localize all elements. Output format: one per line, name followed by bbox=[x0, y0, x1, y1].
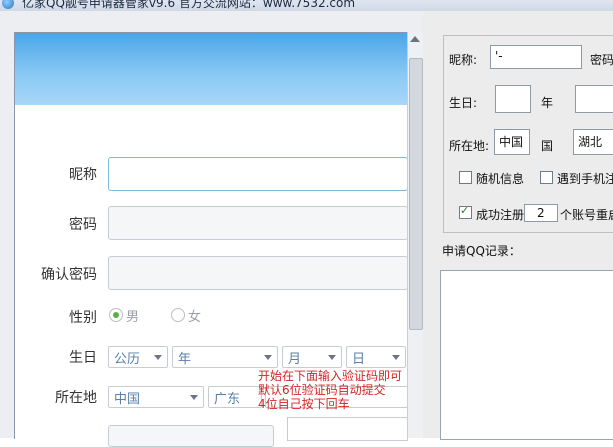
chevron-down-icon bbox=[264, 355, 272, 360]
settings-nickname-label: 昵称: bbox=[449, 53, 478, 67]
phone-verify-checkbox[interactable] bbox=[540, 171, 553, 184]
success-count-input[interactable]: 2 bbox=[524, 204, 558, 222]
settings-country-label: 国 bbox=[541, 139, 554, 153]
settings-password-label: 密码 bbox=[590, 53, 613, 67]
province-select[interactable]: 广东 bbox=[208, 386, 262, 408]
birthday-label: 生日 bbox=[69, 350, 97, 366]
captcha-tip-line-3: 4位自己按下回车 bbox=[258, 397, 350, 411]
captcha-input[interactable] bbox=[108, 425, 274, 447]
settings-country-value: 中国 bbox=[499, 135, 524, 149]
settings-province-value: 湖北 bbox=[578, 135, 603, 149]
captcha-image[interactable] bbox=[287, 417, 408, 441]
calendar-type-value: 公历 bbox=[114, 352, 141, 367]
settings-nickname-input[interactable]: '- bbox=[490, 45, 582, 69]
restart-label: 个账号重启 bbox=[560, 208, 613, 222]
settings-location-label: 所在地: bbox=[449, 139, 490, 153]
gender-label: 性别 bbox=[69, 310, 97, 326]
province-value: 广东 bbox=[214, 392, 241, 407]
settings-year-label: 年 bbox=[541, 96, 554, 110]
settings-birth-month-input[interactable] bbox=[575, 85, 613, 113]
password-label: 密码 bbox=[69, 217, 97, 233]
nickname-label: 昵称 bbox=[69, 167, 97, 183]
captcha-tip-line-1: 开始在下面输入验证码即可 bbox=[258, 369, 403, 383]
confirm-password-label: 确认密码 bbox=[41, 267, 97, 283]
chevron-down-icon bbox=[392, 355, 400, 360]
records-list[interactable] bbox=[440, 270, 613, 440]
phone-verify-label: 遇到手机注 bbox=[557, 172, 613, 186]
registration-web-panel: 昵称 密码 确认密码 性别 男 女 生日 公历 年 月 日 所在地 中国 广东 … bbox=[14, 32, 408, 447]
confirm-password-input[interactable] bbox=[108, 256, 408, 290]
gender-male-radio[interactable] bbox=[109, 308, 123, 322]
settings-birth-year-input[interactable] bbox=[495, 85, 531, 113]
settings-province-input[interactable]: 湖北 bbox=[573, 129, 613, 155]
settings-nickname-value: '- bbox=[495, 49, 503, 63]
success-register-label: 成功注册 bbox=[476, 208, 525, 222]
settings-country-input[interactable]: 中国 bbox=[494, 129, 530, 155]
scroll-up-arrow-icon[interactable] bbox=[410, 36, 420, 42]
records-label: 申请QQ记录： bbox=[442, 244, 521, 258]
password-input[interactable] bbox=[108, 206, 408, 240]
random-info-label: 随机信息 bbox=[476, 172, 525, 186]
gender-male-label: 男 bbox=[126, 310, 140, 325]
chevron-down-icon bbox=[190, 395, 198, 400]
success-restart-checkbox[interactable] bbox=[459, 204, 472, 219]
window-title: 亿家QQ靓号申请器管家v9.6 官方交流网站：www.7532.com bbox=[22, 0, 356, 10]
birth-month-value: 月 bbox=[288, 352, 302, 367]
gender-female-radio[interactable] bbox=[171, 308, 185, 322]
nickname-input[interactable] bbox=[108, 157, 408, 191]
web-header-banner bbox=[15, 33, 407, 105]
birth-year-value: 年 bbox=[178, 352, 192, 367]
scrollbar-thumb[interactable] bbox=[409, 58, 423, 330]
captcha-tip-line-2: 默认6位验证码自动提交 bbox=[258, 383, 386, 397]
success-count-value: 2 bbox=[537, 206, 545, 220]
chevron-down-icon bbox=[154, 355, 162, 360]
country-value: 中国 bbox=[114, 392, 141, 407]
gender-female-label: 女 bbox=[188, 310, 202, 325]
calendar-type-select[interactable]: 公历 bbox=[108, 346, 168, 368]
chevron-down-icon bbox=[328, 355, 336, 360]
birth-month-select[interactable]: 月 bbox=[282, 346, 342, 368]
birth-day-select[interactable]: 日 bbox=[346, 346, 406, 368]
random-info-checkbox[interactable] bbox=[459, 171, 472, 184]
birth-day-value: 日 bbox=[352, 352, 366, 367]
settings-birthday-label: 生日: bbox=[449, 96, 478, 110]
birth-year-select[interactable]: 年 bbox=[172, 346, 278, 368]
app-logo-icon bbox=[2, 0, 14, 9]
title-bar: 亿家QQ靓号申请器管家v9.6 官方交流网站：www.7532.com bbox=[0, 0, 613, 11]
country-select[interactable]: 中国 bbox=[108, 386, 204, 408]
location-label: 所在地 bbox=[55, 390, 97, 406]
